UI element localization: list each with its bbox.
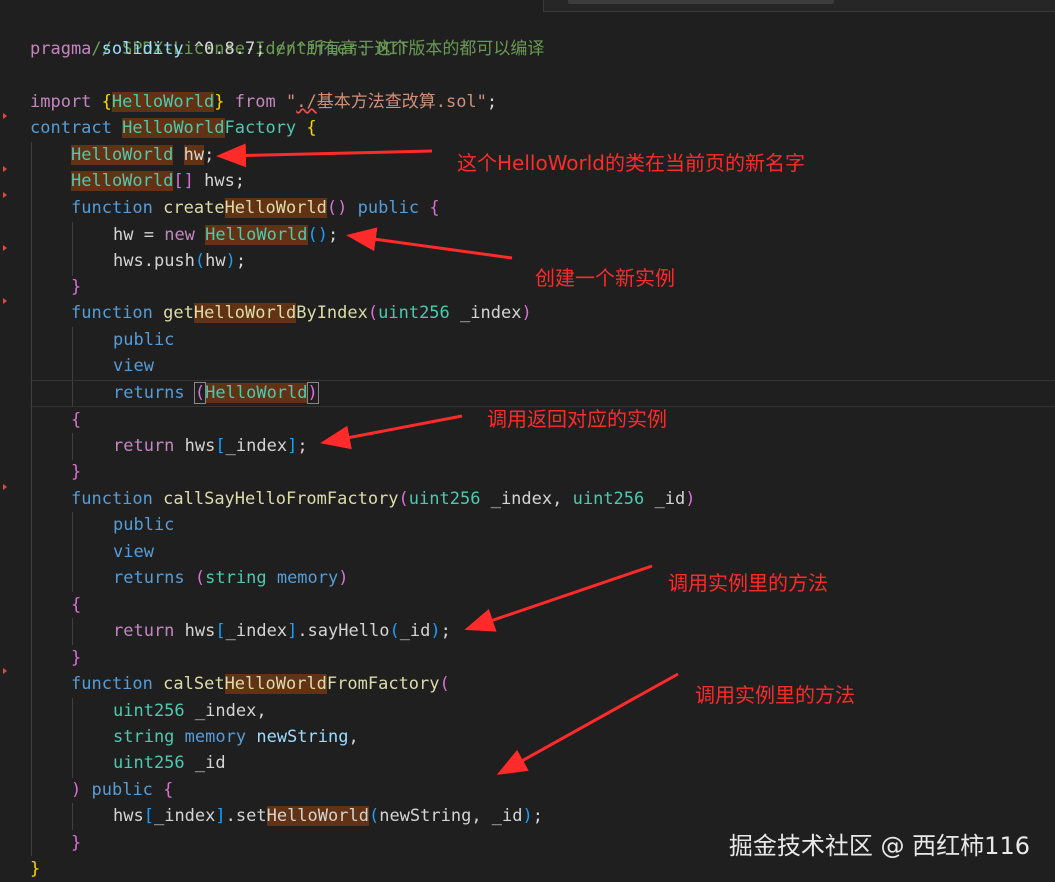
arrow-3 [320,414,463,450]
annotation-note: 调用返回对应的实例 [487,407,667,431]
annotation-note: 调用实例里的方法 [695,683,855,707]
arrow-2 [346,227,513,260]
annotation-note: 创建一个新实例 [535,266,675,290]
arrow-5 [496,672,679,775]
annotation-arrows [216,143,679,775]
code-editor[interactable]: // SPDX-License-Identifier: MIT pragma s… [0,0,1055,882]
annotation-note: 调用实例里的方法 [668,571,828,595]
annotation-note: 这个HelloWorld的类在当前页的新名字 [457,151,806,175]
arrow-1 [216,143,433,168]
arrow-4 [464,564,653,632]
watermark: 掘金技术社区 @ 西红柿116 [728,832,1030,860]
